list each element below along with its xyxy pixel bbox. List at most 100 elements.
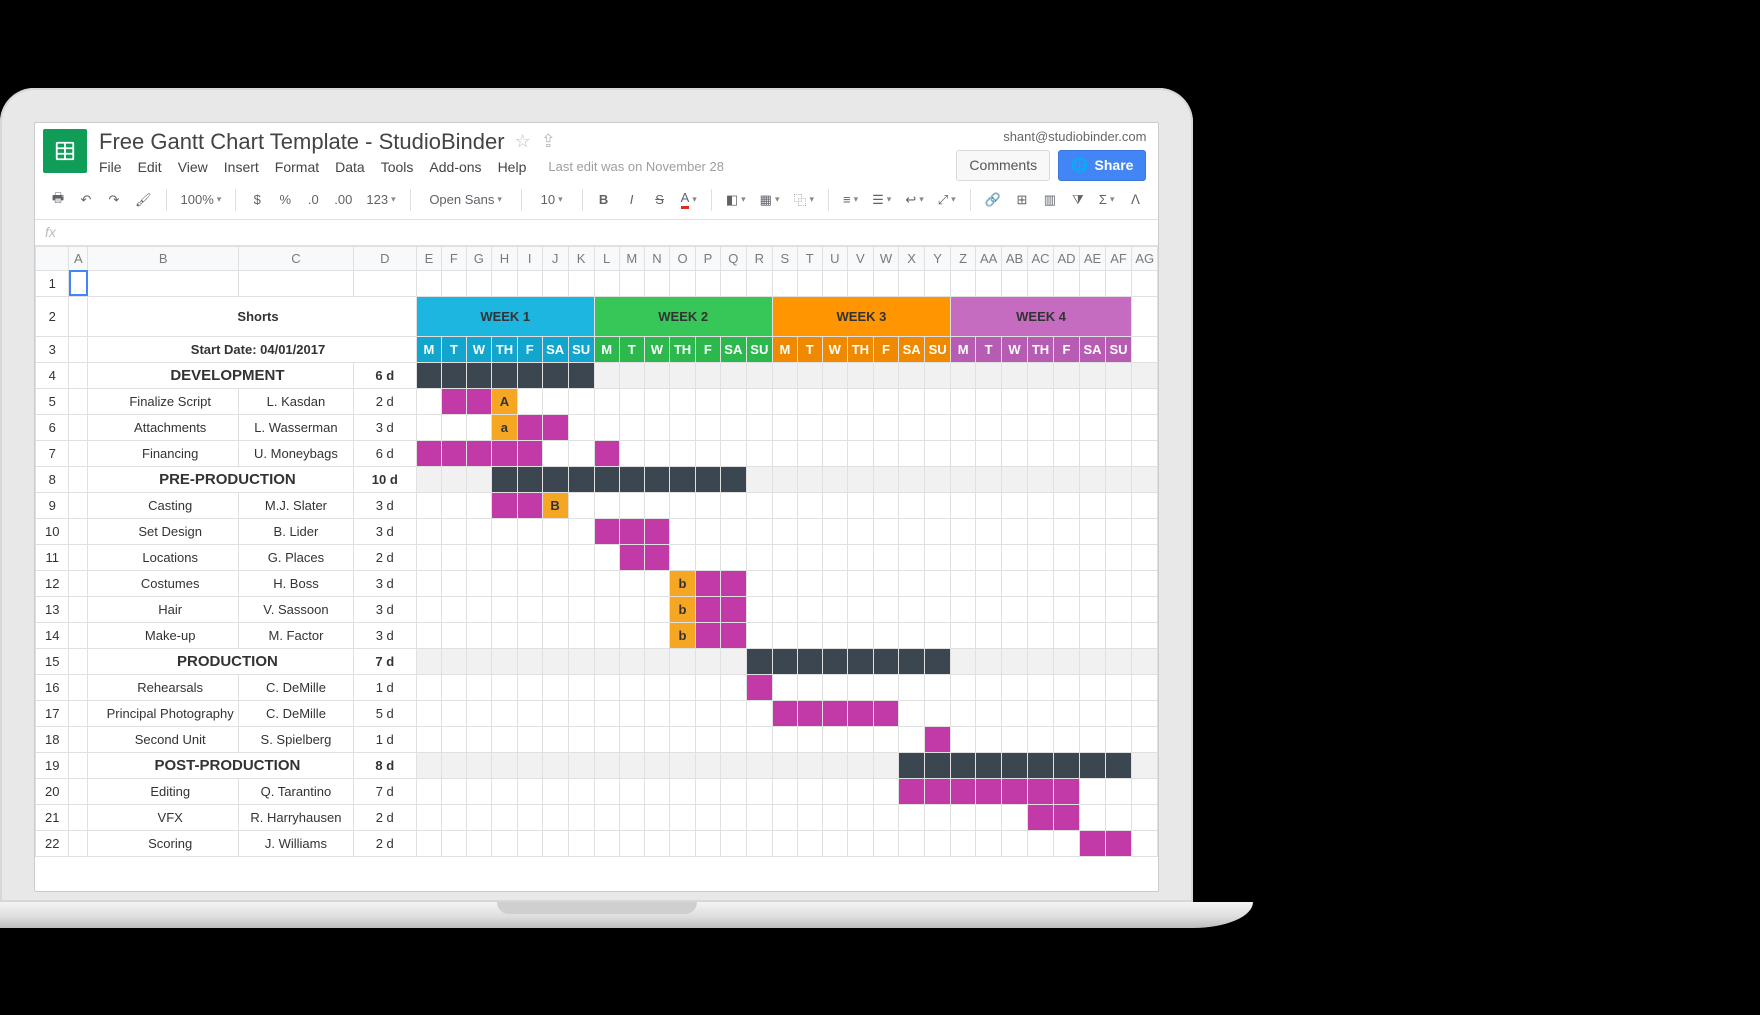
task-name[interactable]: Casting — [88, 492, 239, 518]
gantt-cell[interactable] — [441, 518, 466, 544]
gantt-cell[interactable] — [491, 570, 517, 596]
gantt-cell[interactable] — [466, 440, 491, 466]
gantt-cell[interactable] — [847, 414, 873, 440]
gantt-cell[interactable] — [568, 596, 594, 622]
gantt-cell[interactable] — [517, 570, 542, 596]
gantt-cell[interactable] — [466, 414, 491, 440]
gantt-cell[interactable] — [976, 804, 1002, 830]
gantt-cell[interactable] — [797, 466, 822, 492]
day-header[interactable]: W — [822, 336, 847, 362]
gantt-cell[interactable] — [822, 362, 847, 388]
col-header[interactable]: Y — [925, 246, 951, 270]
gantt-cell[interactable] — [491, 700, 517, 726]
gantt-cell[interactable] — [746, 388, 772, 414]
gantt-cell[interactable] — [542, 830, 568, 856]
gantt-cell[interactable] — [568, 804, 594, 830]
gantt-cell[interactable] — [797, 700, 822, 726]
gantt-cell[interactable] — [491, 270, 517, 296]
gantt-cell[interactable] — [644, 622, 669, 648]
gantt-cell[interactable] — [899, 466, 925, 492]
paint-format-icon[interactable]: 🖌 — [131, 187, 156, 213]
gantt-cell[interactable] — [1028, 700, 1054, 726]
gantt-cell[interactable] — [951, 752, 976, 778]
gantt-cell[interactable] — [491, 622, 517, 648]
task-name[interactable]: Locations — [88, 544, 239, 570]
gantt-cell[interactable] — [951, 414, 976, 440]
gantt-cell[interactable] — [822, 726, 847, 752]
gantt-cell[interactable] — [899, 778, 925, 804]
gantt-cell[interactable] — [1054, 700, 1080, 726]
day-header[interactable]: TH — [491, 336, 517, 362]
gantt-cell[interactable] — [594, 700, 619, 726]
gantt-cell[interactable] — [416, 752, 441, 778]
gantt-cell[interactable] — [1028, 648, 1054, 674]
gantt-cell[interactable] — [976, 726, 1002, 752]
gantt-cell[interactable] — [772, 700, 797, 726]
gantt-cell[interactable] — [720, 466, 746, 492]
gantt-cell[interactable] — [847, 830, 873, 856]
gantt-cell[interactable] — [416, 622, 441, 648]
gantt-cell[interactable] — [594, 648, 619, 674]
gantt-cell[interactable] — [1080, 466, 1106, 492]
gantt-cell[interactable] — [847, 622, 873, 648]
task-owner[interactable]: J. Williams — [239, 830, 353, 856]
gantt-cell[interactable] — [1080, 752, 1106, 778]
gantt-cell[interactable] — [772, 440, 797, 466]
gantt-cell[interactable] — [1002, 752, 1028, 778]
gantt-cell[interactable] — [772, 492, 797, 518]
gantt-cell[interactable] — [441, 414, 466, 440]
gantt-cell[interactable] — [1002, 700, 1028, 726]
gantt-cell[interactable] — [1106, 700, 1132, 726]
gantt-cell[interactable] — [720, 726, 746, 752]
gantt-cell[interactable] — [873, 570, 898, 596]
gantt-cell[interactable] — [1002, 492, 1028, 518]
gantt-cell[interactable] — [542, 648, 568, 674]
borders-button[interactable]: ▦ — [756, 187, 784, 213]
gantt-cell[interactable] — [517, 362, 542, 388]
col-header[interactable]: AD — [1054, 246, 1080, 270]
menu-format[interactable]: Format — [275, 159, 319, 175]
gantt-cell[interactable] — [695, 362, 720, 388]
gantt-cell[interactable] — [976, 648, 1002, 674]
gantt-cell[interactable] — [720, 570, 746, 596]
gantt-cell[interactable] — [899, 492, 925, 518]
gantt-cell[interactable] — [720, 388, 746, 414]
gantt-cell[interactable] — [925, 622, 951, 648]
gantt-cell[interactable] — [899, 648, 925, 674]
gantt-cell[interactable] — [594, 726, 619, 752]
task-name[interactable]: Scoring — [88, 830, 239, 856]
gantt-cell[interactable] — [822, 648, 847, 674]
task-name[interactable]: Set Design — [88, 518, 239, 544]
gantt-cell[interactable] — [847, 270, 873, 296]
gantt-cell[interactable] — [644, 362, 669, 388]
gantt-cell[interactable] — [619, 804, 644, 830]
gantt-cell[interactable] — [720, 752, 746, 778]
gantt-cell[interactable] — [925, 270, 951, 296]
gantt-cell[interactable] — [976, 270, 1002, 296]
gantt-cell[interactable] — [847, 752, 873, 778]
gantt-cell[interactable] — [746, 622, 772, 648]
gantt-cell[interactable] — [416, 700, 441, 726]
gantt-cell[interactable] — [951, 778, 976, 804]
gantt-cell[interactable] — [670, 700, 696, 726]
gantt-cell[interactable] — [1002, 778, 1028, 804]
task-name[interactable]: Costumes — [88, 570, 239, 596]
day-header[interactable]: SU — [1106, 336, 1132, 362]
gantt-cell[interactable] — [1106, 596, 1132, 622]
gantt-cell[interactable] — [976, 388, 1002, 414]
gantt-cell[interactable] — [822, 622, 847, 648]
task-owner[interactable]: H. Boss — [239, 570, 353, 596]
gantt-cell[interactable] — [568, 778, 594, 804]
gantt-cell[interactable] — [1054, 518, 1080, 544]
row-header[interactable]: 7 — [36, 440, 69, 466]
gantt-cell[interactable] — [517, 804, 542, 830]
gantt-cell[interactable] — [746, 570, 772, 596]
gantt-cell[interactable] — [873, 388, 898, 414]
gantt-cell[interactable] — [899, 726, 925, 752]
gantt-cell[interactable] — [568, 518, 594, 544]
gantt-cell[interactable] — [568, 492, 594, 518]
gantt-cell[interactable] — [797, 596, 822, 622]
gantt-cell[interactable] — [925, 752, 951, 778]
gantt-cell[interactable] — [441, 270, 466, 296]
col-header[interactable]: L — [594, 246, 619, 270]
